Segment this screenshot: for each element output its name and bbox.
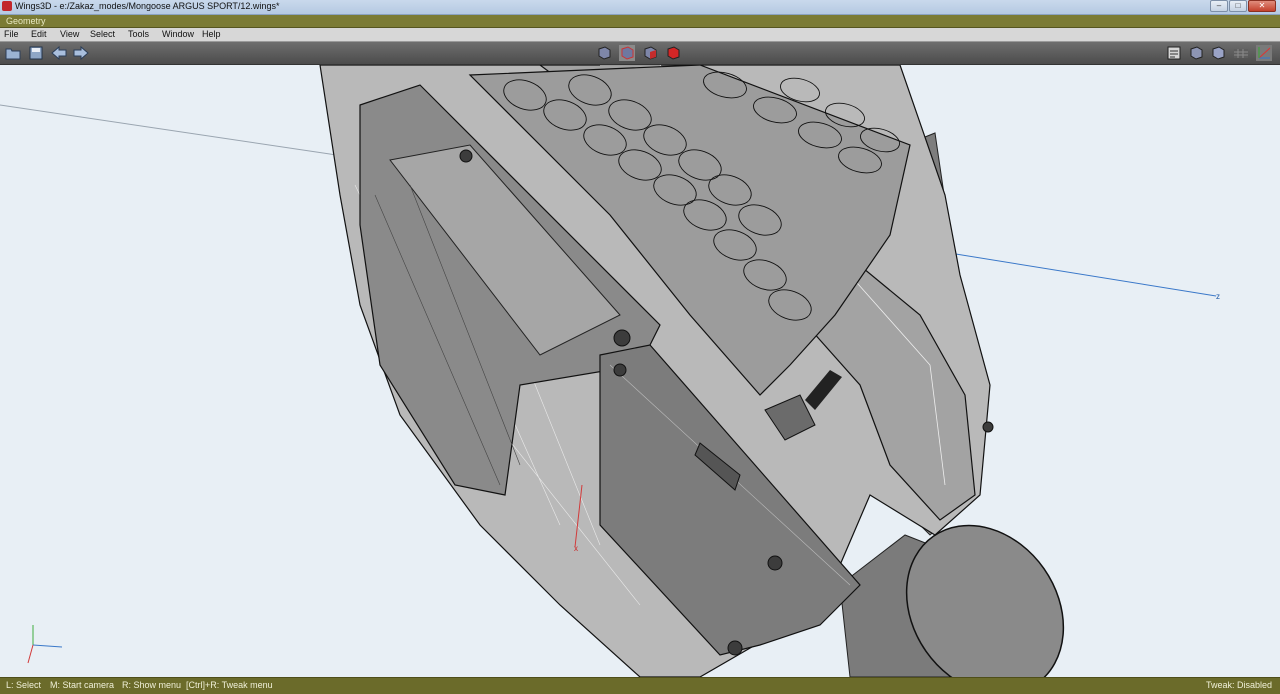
geometry-window-label: Geometry [6, 16, 46, 26]
vertex-mode-icon[interactable] [596, 45, 612, 61]
x-axis-label: x [574, 544, 578, 553]
face-mode-icon[interactable] [642, 45, 658, 61]
orthographic-icon[interactable] [1166, 45, 1182, 61]
tweak-status: Tweak: Disabled [1205, 680, 1272, 690]
guide-line [0, 104, 351, 158]
z-axis-label: z [1216, 292, 1220, 301]
menu-bar: File Edit View Select Tools Window Help [0, 28, 1280, 42]
status-hint-tweak: [Ctrl]+R: Tweak menu [186, 680, 273, 690]
status-bar: L: Select M: Start camera R: Show menu [… [0, 677, 1280, 694]
redo-arrow-icon[interactable] [73, 45, 89, 61]
menu-file[interactable]: File [4, 29, 19, 39]
axes-icon[interactable] [1256, 45, 1272, 61]
status-hint-select: L: Select [6, 680, 42, 690]
geometry-viewport[interactable]: z x [0, 65, 1280, 677]
smooth-shade-icon[interactable] [1210, 45, 1226, 61]
status-hint-menu: R: Show menu [122, 680, 182, 690]
model-render: z x [0, 65, 1220, 677]
wings3d-app-icon [2, 1, 12, 11]
undo-arrow-icon[interactable] [51, 45, 67, 61]
geometry-window-header: Geometry [0, 15, 1280, 28]
menu-help[interactable]: Help [202, 29, 221, 39]
menu-view[interactable]: View [60, 29, 79, 39]
axis-gizmo [27, 625, 63, 664]
close-button[interactable]: ✕ [1248, 0, 1276, 12]
minimize-button[interactable]: – [1210, 0, 1228, 12]
window-titlebar: Wings3D - e:/Zakaz_modes/Mongoose ARGUS … [0, 0, 1280, 15]
menu-select[interactable]: Select [90, 29, 115, 39]
body-mode-icon[interactable] [665, 45, 681, 61]
toolbar [0, 42, 1280, 65]
menu-window[interactable]: Window [162, 29, 194, 39]
menu-edit[interactable]: Edit [31, 29, 47, 39]
window-title: Wings3D - e:/Zakaz_modes/Mongoose ARGUS … [15, 1, 280, 11]
maximize-button[interactable]: □ [1229, 0, 1247, 12]
open-folder-icon[interactable] [5, 45, 21, 61]
menu-tools[interactable]: Tools [128, 29, 149, 39]
save-icon[interactable] [28, 45, 44, 61]
rear-cylinder [839, 524, 1065, 677]
window-controls: – □ ✕ [1210, 0, 1276, 12]
ground-plane-icon[interactable] [1233, 45, 1249, 61]
wireframe-icon[interactable] [1188, 45, 1204, 61]
status-hint-camera: M: Start camera [50, 680, 115, 690]
edge-mode-icon[interactable] [619, 45, 635, 61]
